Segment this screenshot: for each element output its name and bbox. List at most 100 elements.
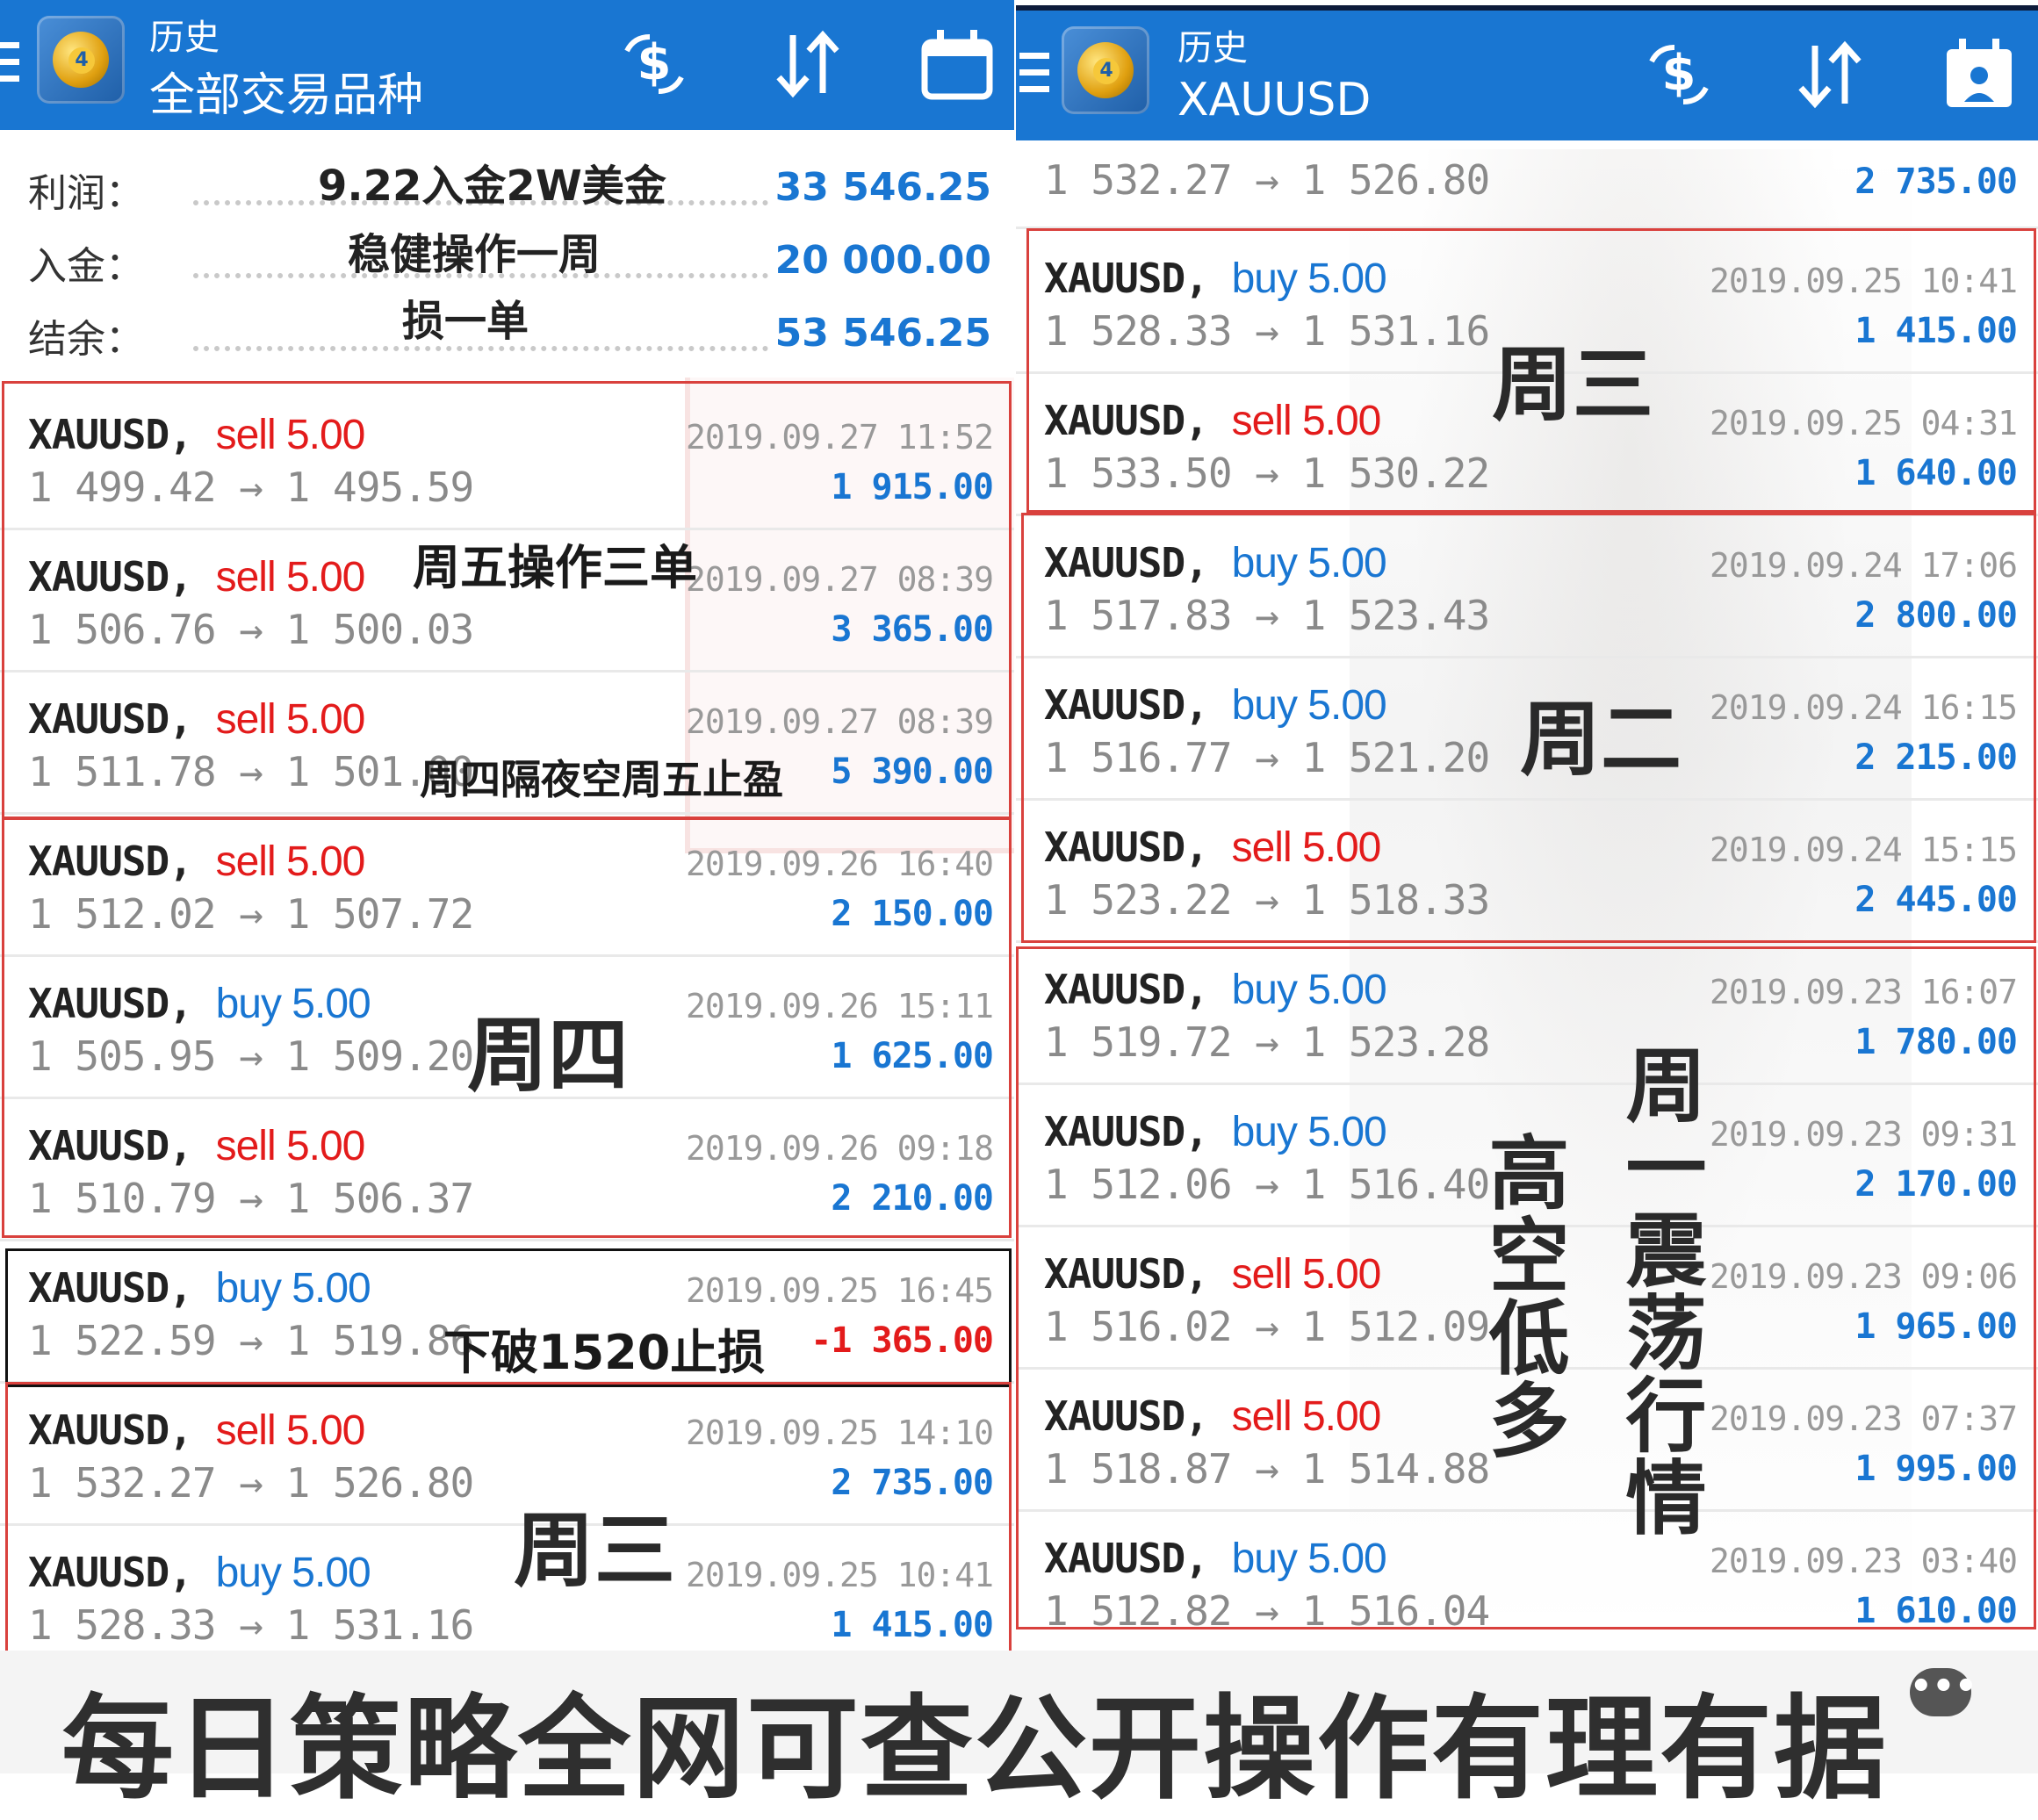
trade-profit: 2 215.00 (1854, 737, 2018, 778)
annotation-thursday: 周四 (467, 1009, 630, 1103)
trade-symbol: XAUUSD, (28, 411, 193, 458)
trade-date: 2019.09.23 09:06 (1709, 1257, 2018, 1296)
sort-icon[interactable] (768, 25, 847, 104)
annotation-tuesday: 周二 (1520, 693, 1682, 787)
trade-symbol: XAUUSD, (1044, 539, 1209, 586)
symbol-filter-title[interactable]: 全部交易品种 (149, 58, 423, 124)
trade-profit: 1 995.00 (1854, 1449, 2018, 1489)
trade-date: 2019.09.23 07:37 (1709, 1399, 2018, 1438)
trade-row[interactable]: XAUUSD, buy 5.00 1 517.83 → 1 523.43 201… (1016, 514, 2038, 658)
right-history-panel: 1 532.27 → 1 526.80 2 735.00 4 历史 XAUUSD… (1016, 0, 2038, 1651)
trade-side: sell 5.00 (215, 696, 366, 743)
trade-profit: 1 640.00 (1854, 453, 2018, 493)
trade-symbol: XAUUSD, (28, 553, 193, 601)
trade-symbol: XAUUSD, (1044, 1108, 1209, 1155)
trade-symbol: XAUUSD, (1044, 1250, 1209, 1298)
trade-title: XAUUSD, sell 5.00 (28, 838, 366, 886)
trade-title: XAUUSD, sell 5.00 (28, 1122, 366, 1170)
trade-symbol: XAUUSD, (28, 1406, 193, 1454)
trade-row[interactable]: XAUUSD, buy 5.00 1 519.72 → 1 523.28 201… (1016, 941, 2038, 1085)
trade-title: XAUUSD, buy 5.00 (1044, 1535, 1387, 1583)
trade-side: buy 5.00 (215, 1265, 371, 1312)
trade-prices: 1 511.78 → 1 501.00 (28, 748, 474, 795)
trade-symbol: XAUUSD, (28, 695, 193, 743)
trade-title: XAUUSD, sell 5.00 (1044, 397, 1382, 445)
currency-exchange-icon[interactable]: $ (1639, 35, 1718, 114)
trade-date: 2019.09.27 08:39 (685, 560, 994, 599)
note-one-loss: 损一单 (402, 297, 529, 346)
trade-side: sell 5.00 (1231, 824, 1382, 871)
trade-profit: 1 415.00 (831, 1605, 994, 1645)
trade-profit: 1 415.00 (1854, 311, 2018, 351)
trade-date: 2019.09.27 08:39 (685, 702, 994, 741)
trade-row[interactable]: XAUUSD, buy 5.00 1 512.82 → 1 516.04 201… (1016, 1510, 2038, 1651)
trade-title: XAUUSD, sell 5.00 (28, 553, 365, 601)
trade-row[interactable]: XAUUSD, sell 5.00 1 532.27 → 1 526.80 20… (0, 1382, 1014, 1526)
trade-symbol: XAUUSD, (1044, 397, 1209, 444)
trade-symbol: XAUUSD, (1044, 255, 1209, 302)
trade-title: XAUUSD, buy 5.00 (1044, 539, 1387, 587)
trade-row[interactable]: XAUUSD, buy 5.00 1 528.33 → 1 531.16 201… (0, 1524, 1014, 1651)
trade-date: 2019.09.26 09:18 (685, 1129, 994, 1168)
trade-profit: 2 210.00 (831, 1178, 994, 1219)
trade-date: 2019.09.23 09:31 (1709, 1115, 2018, 1154)
trade-side: sell 5.00 (215, 412, 366, 458)
trade-side: sell 5.00 (1231, 398, 1382, 444)
bottom-slogan-banner: 每日策略全网可查公开操作有理有据 (61, 1684, 1889, 1815)
hamburger-icon[interactable] (1019, 53, 1049, 103)
currency-exchange-icon[interactable]: $ (615, 25, 694, 104)
trade-date: 2019.09.26 15:11 (685, 987, 994, 1025)
trade-symbol: XAUUSD, (1044, 1392, 1209, 1440)
annotation-friday: 周五操作三单 (413, 540, 697, 595)
left-history-panel: 4 历史 全部交易品种 $ 利润： 33 546.25 入金： 20 000.0… (0, 0, 1014, 1651)
trade-prices: 1 517.83 → 1 523.43 (1044, 592, 1490, 639)
trade-date: 2019.09.24 17:06 (1709, 546, 2018, 585)
trade-symbol: XAUUSD, (28, 980, 193, 1027)
sort-icon[interactable] (1790, 35, 1869, 114)
trade-profit: 2 445.00 (1854, 880, 2018, 920)
annotation-thu-overnight: 周四隔夜空周五止盈 (420, 756, 783, 803)
calendar-icon[interactable] (1940, 35, 2019, 114)
summary-label: 结余： (28, 317, 144, 362)
trade-symbol: XAUUSD, (28, 1264, 193, 1312)
trade-title: XAUUSD, sell 5.00 (28, 695, 366, 744)
trade-title: XAUUSD, buy 5.00 (1044, 255, 1387, 303)
trade-prices: 1 512.02 → 1 507.72 (28, 890, 474, 938)
trade-symbol: XAUUSD, (1044, 824, 1209, 871)
hamburger-icon[interactable] (0, 42, 19, 92)
trade-side: sell 5.00 (215, 838, 366, 885)
trade-side: sell 5.00 (1231, 1251, 1382, 1298)
trade-title: XAUUSD, buy 5.00 (1044, 681, 1387, 730)
trade-prices: 1 532.27 → 1 526.80 (28, 1459, 474, 1507)
trade-prices: 1 528.33 → 1 531.16 (28, 1601, 474, 1649)
trade-side: buy 5.00 (1231, 1536, 1387, 1582)
trade-prices: 1 532.27 → 1 526.80 (1044, 156, 1490, 204)
trade-prices: 1 528.33 → 1 531.16 (1044, 307, 1490, 355)
note-steady: 稳健操作一周 (348, 230, 601, 279)
trade-prices: 1 516.02 → 1 512.09 (1044, 1303, 1490, 1350)
trade-date: 2019.09.24 15:15 (1709, 831, 2018, 869)
trade-prices: 1 522.59 → 1 519.86 (28, 1317, 474, 1364)
chat-icon[interactable]: ••• (1910, 1668, 1977, 1716)
calendar-icon[interactable] (918, 25, 997, 104)
trade-date: 2019.09.25 10:41 (1709, 262, 2018, 300)
svg-text:$: $ (637, 34, 672, 91)
trade-row[interactable]: XAUUSD, sell 5.00 1 523.22 → 1 518.33 20… (1016, 799, 2038, 943)
trade-row[interactable]: XAUUSD, sell 5.00 1 510.79 → 1 506.37 20… (0, 1097, 1014, 1241)
svg-text:$: $ (1662, 45, 1696, 102)
annotation-wednesday: 周三 (1492, 338, 1654, 432)
trade-prices: 1 519.72 → 1 523.28 (1044, 1018, 1490, 1066)
trade-row[interactable]: XAUUSD, sell 5.00 1 512.02 → 1 507.72 20… (0, 813, 1014, 957)
trade-side: buy 5.00 (215, 1550, 371, 1596)
trade-prices: 1 512.82 → 1 516.04 (1044, 1587, 1490, 1635)
trade-title: XAUUSD, buy 5.00 (28, 980, 371, 1028)
symbol-filter-title[interactable]: XAUUSD (1177, 74, 1371, 126)
trade-prices: 1 533.50 → 1 530.22 (1044, 450, 1490, 497)
trade-side: buy 5.00 (1231, 540, 1387, 586)
trade-side: sell 5.00 (215, 1123, 366, 1169)
trade-date: 2019.09.25 04:31 (1709, 404, 2018, 442)
trade-prices: 1 505.95 → 1 509.20 (28, 1032, 474, 1080)
trade-row[interactable]: XAUUSD, sell 5.00 1 499.42 → 1 495.59 20… (0, 386, 1014, 530)
trade-title: XAUUSD, sell 5.00 (28, 411, 366, 459)
trade-prices: 1 523.22 → 1 518.33 (1044, 876, 1490, 924)
